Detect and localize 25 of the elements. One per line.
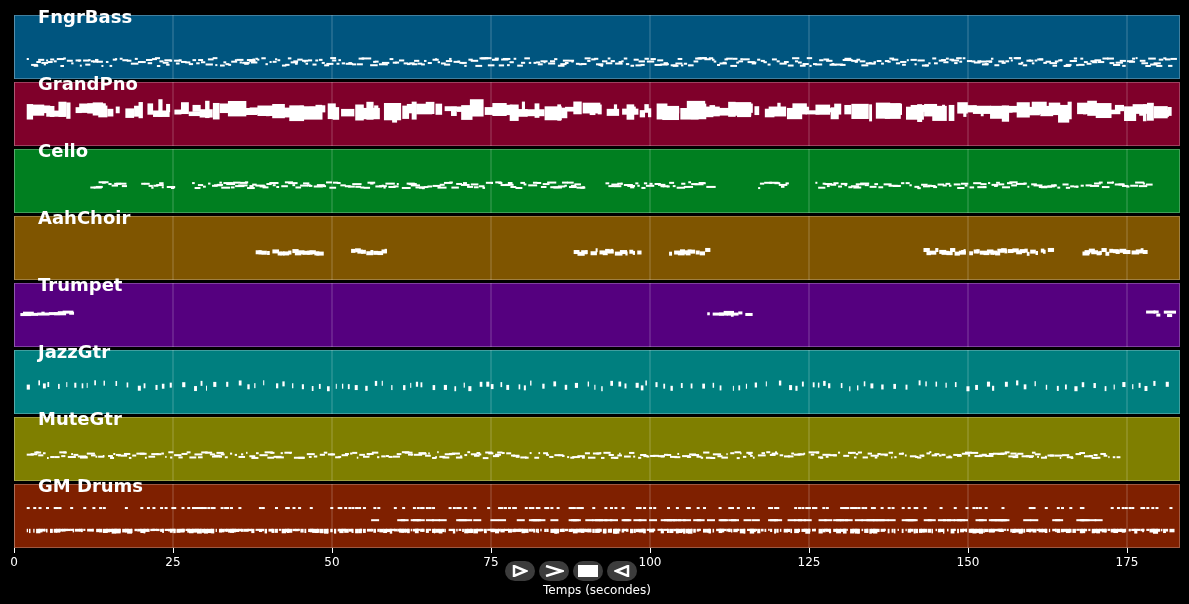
track-name: Trumpet xyxy=(38,275,123,295)
track-name: GM Drums xyxy=(38,476,144,496)
track-name: AahChoir xyxy=(38,208,131,228)
track-name: FngrBass xyxy=(38,7,133,27)
track-name: JazzGtr xyxy=(38,342,111,362)
track-name: MuteGtr xyxy=(38,409,122,429)
tick-label: 0 xyxy=(10,555,18,569)
track-name: Cello xyxy=(38,141,89,161)
tick-label: 75 xyxy=(483,555,499,569)
tick-label: 175 xyxy=(1115,555,1139,569)
track-name: GrandPno xyxy=(38,74,138,94)
forward-button[interactable] xyxy=(539,561,569,581)
tick-label: 150 xyxy=(956,555,980,569)
play-icon xyxy=(512,565,528,577)
play-button[interactable] xyxy=(505,561,535,581)
tick-label: 25 xyxy=(165,555,181,569)
stop-button[interactable] xyxy=(573,561,603,581)
tick-label: 100 xyxy=(638,555,662,569)
chevron-right-icon xyxy=(544,565,564,577)
stop-icon xyxy=(578,565,598,577)
tick-label: 50 xyxy=(324,555,340,569)
back-icon xyxy=(614,565,630,577)
tick-label: 125 xyxy=(797,555,821,569)
back-button[interactable] xyxy=(607,561,637,581)
axis-label: Temps (secondes) xyxy=(543,583,651,597)
